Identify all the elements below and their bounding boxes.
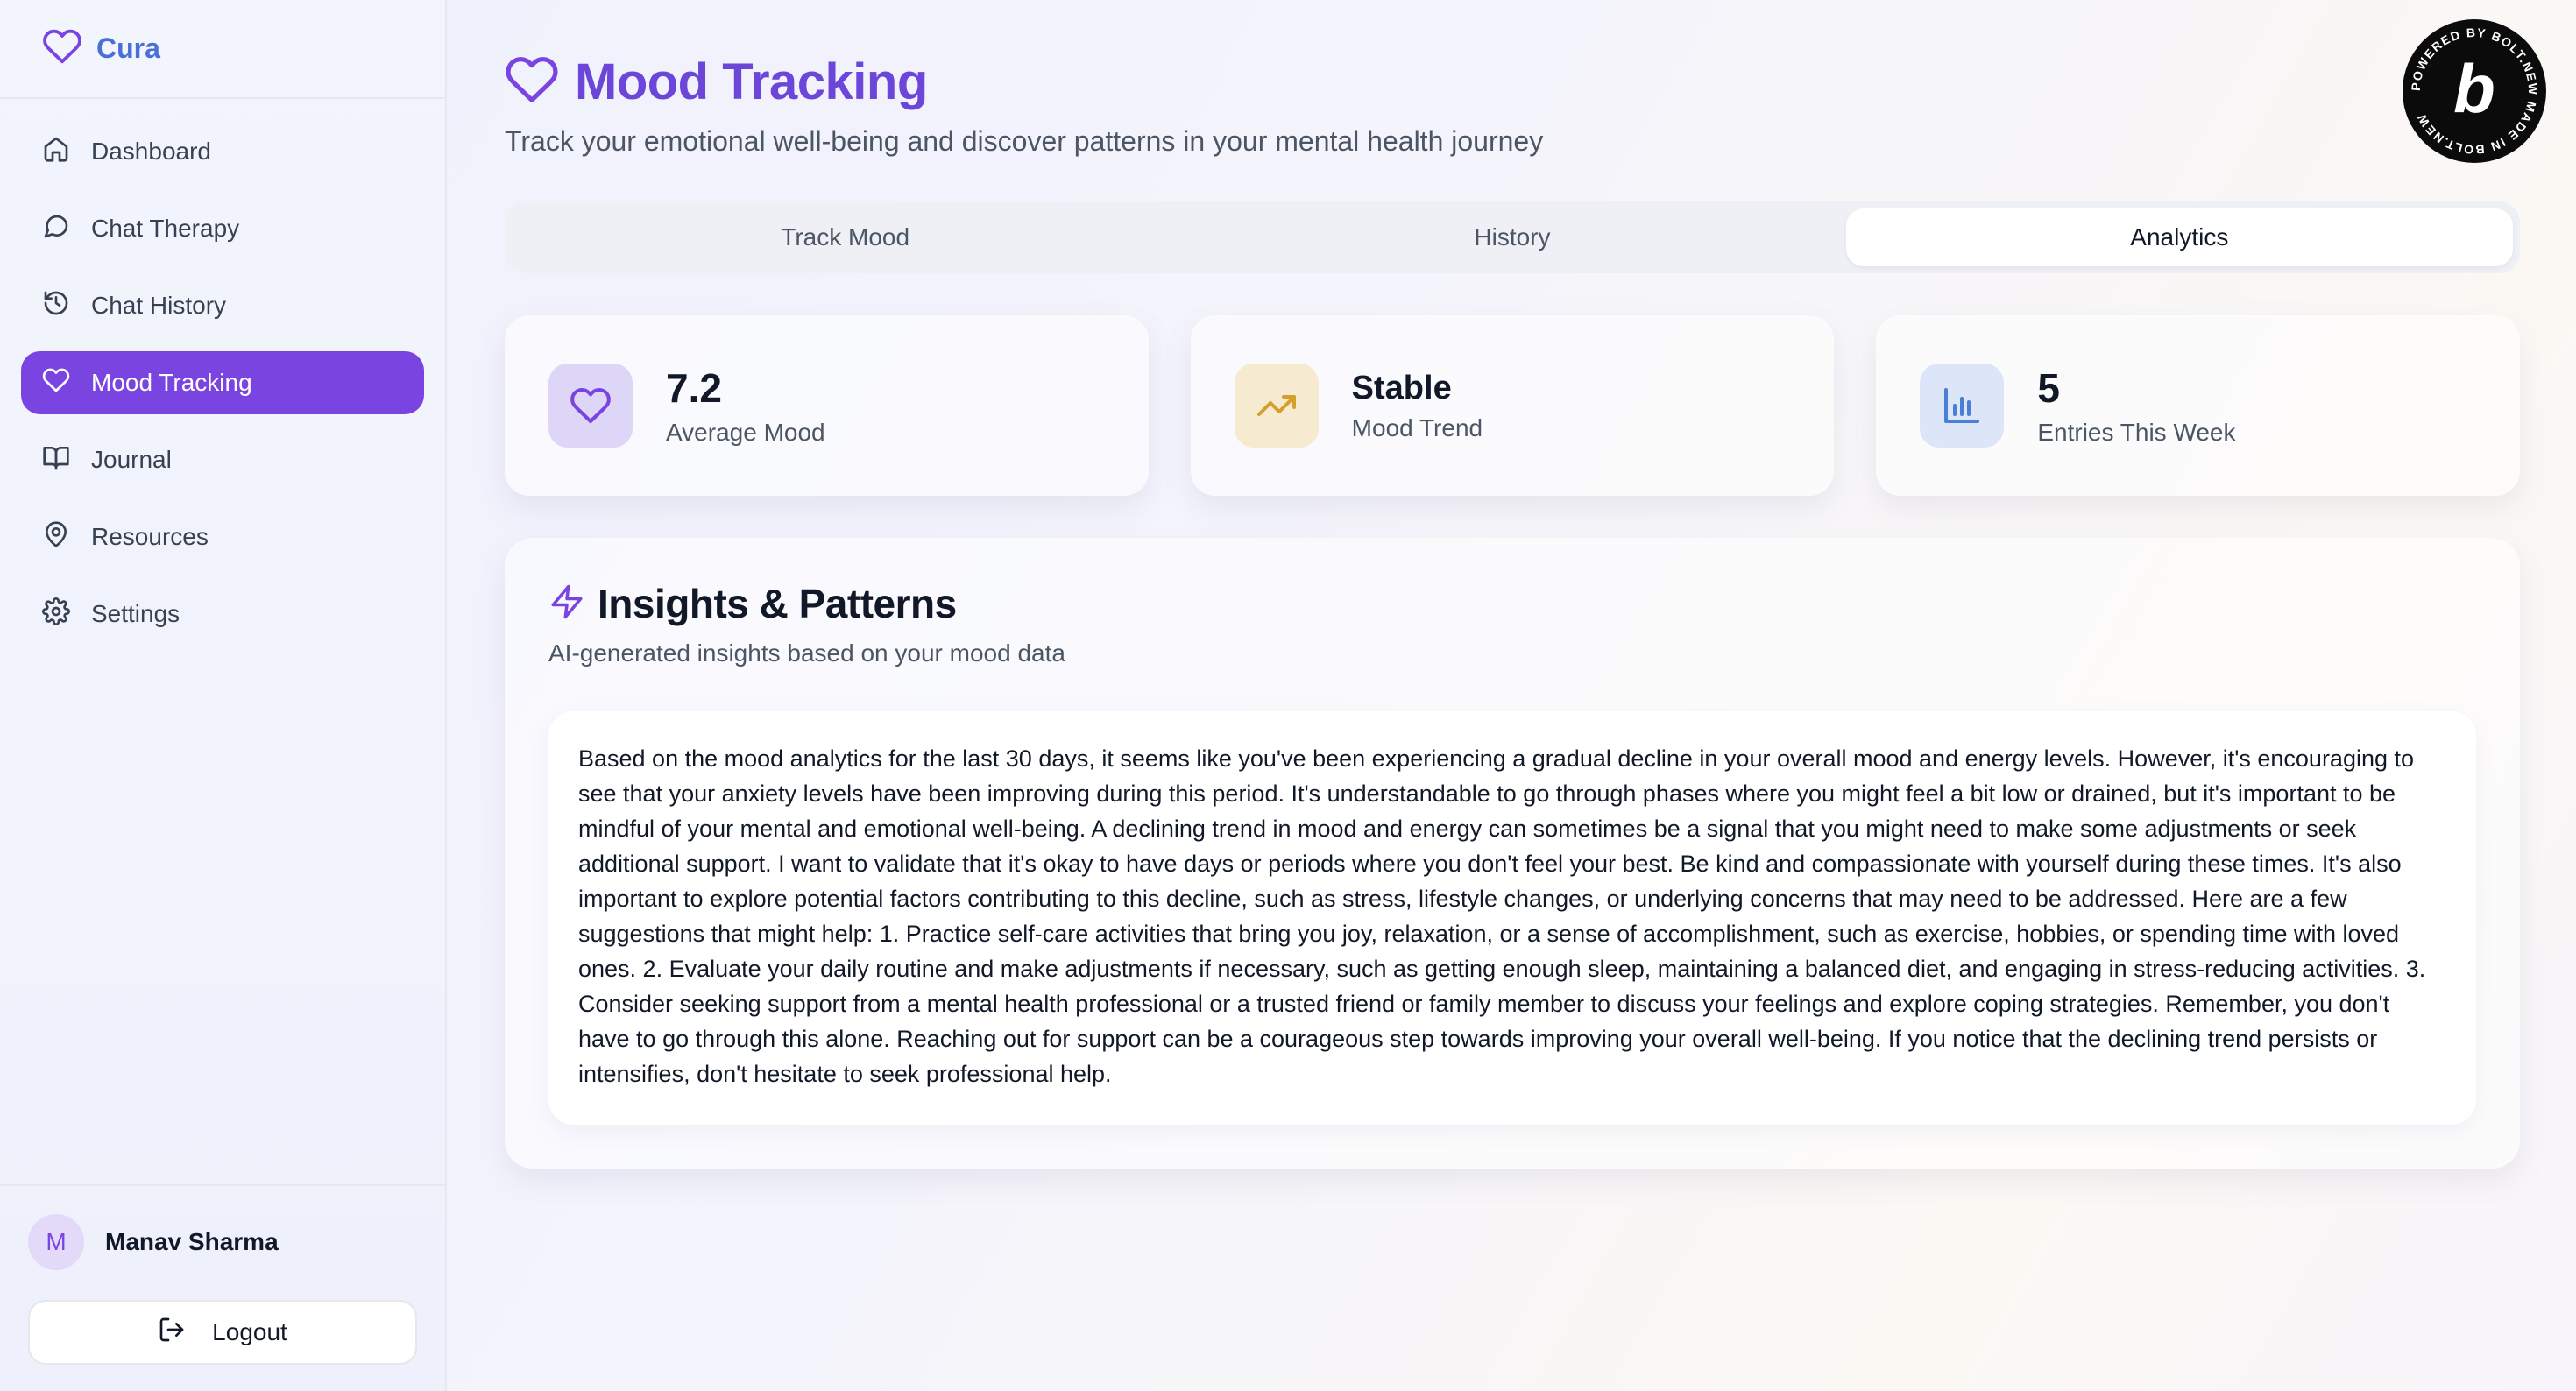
stat-value: 5 [2037,365,2060,411]
user-name: Manav Sharma [105,1228,279,1255]
sidebar-item-label: Journal [91,446,172,473]
brand-name: Cura [96,32,160,64]
bolt-badge[interactable]: POWERED BY BOLT.NEW MADE IN BOLT.NEW b [2403,19,2546,163]
tab-bar: Track Mood History Analytics [505,201,2520,273]
insights-title: Insights & Patterns [598,581,957,626]
gear-icon [42,597,91,632]
bolt-logo-icon: POWERED BY BOLT.NEW MADE IN BOLT.NEW b [2409,25,2539,157]
stat-value: Stable [1351,369,1452,406]
tab-analytics[interactable]: Analytics [1845,208,2513,266]
stats-row: 7.2 Average Mood Stable Mood Trend 5 Ent… [505,315,2521,496]
home-icon [42,135,91,169]
sidebar-item-journal[interactable]: Journal [21,428,424,491]
heart-icon [42,366,91,400]
app: Cura Dashboard Chat Therapy Chat History… [0,0,2576,1391]
book-icon [42,443,91,477]
sidebar-footer: M Manav Sharma Logout [0,1184,445,1391]
bar-chart-icon [1920,364,2005,448]
sidebar-item-mood-tracking[interactable]: Mood Tracking [21,351,424,414]
heart-icon [548,364,633,448]
page-title: Mood Tracking [575,53,928,110]
insights-card: Insights & Patterns AI-generated insight… [505,538,2520,1169]
user-profile[interactable]: M Manav Sharma [28,1214,417,1270]
page-header: Mood Tracking [505,53,2520,111]
sidebar-item-label: Resources [91,523,209,550]
logout-icon [158,1316,212,1350]
logout-label: Logout [212,1318,287,1345]
main-content: Mood Tracking Track your emotional well-… [447,0,2576,1391]
sidebar-item-label: Chat History [91,292,227,319]
brand[interactable]: Cura [0,0,445,99]
sidebar-item-label: Dashboard [91,138,211,165]
history-icon [42,289,91,323]
sidebar-item-label: Mood Tracking [91,369,252,396]
insights-subtitle: AI-generated insights based on your mood… [548,639,1065,667]
sidebar-item-resources[interactable]: Resources [21,505,424,568]
sidebar: Cura Dashboard Chat Therapy Chat History… [0,0,447,1391]
chat-icon [42,212,91,246]
stat-value: 7.2 [666,365,722,411]
trending-up-icon [1234,364,1319,448]
sidebar-item-chat-therapy[interactable]: Chat Therapy [21,197,424,260]
stat-label: Average Mood [666,419,825,446]
sidebar-nav: Dashboard Chat Therapy Chat History Mood… [0,99,445,646]
stat-label: Entries This Week [2037,419,2236,446]
lightning-icon [548,583,585,625]
tab-track-mood[interactable]: Track Mood [512,208,1178,266]
sidebar-item-dashboard[interactable]: Dashboard [21,120,424,183]
map-pin-icon [42,520,91,554]
sidebar-item-chat-history[interactable]: Chat History [21,274,424,337]
page-subtitle: Track your emotional well-being and disc… [505,125,1544,157]
heart-logo-icon [42,26,82,71]
heart-title-icon [505,53,559,111]
sidebar-item-settings[interactable]: Settings [21,583,424,646]
stat-label: Mood Trend [1351,413,1483,441]
stat-card-entries-week: 5 Entries This Week [1876,315,2521,496]
sidebar-item-label: Chat Therapy [91,215,240,242]
insights-text: Based on the mood analytics for the last… [548,711,2476,1125]
stat-card-mood-trend: Stable Mood Trend [1190,315,1835,496]
sidebar-item-label: Settings [91,600,180,627]
logout-button[interactable]: Logout [28,1300,417,1365]
badge-letter: b [2453,50,2495,127]
avatar: M [28,1214,84,1270]
stat-card-average-mood: 7.2 Average Mood [505,315,1149,496]
tab-history[interactable]: History [1178,208,1845,266]
